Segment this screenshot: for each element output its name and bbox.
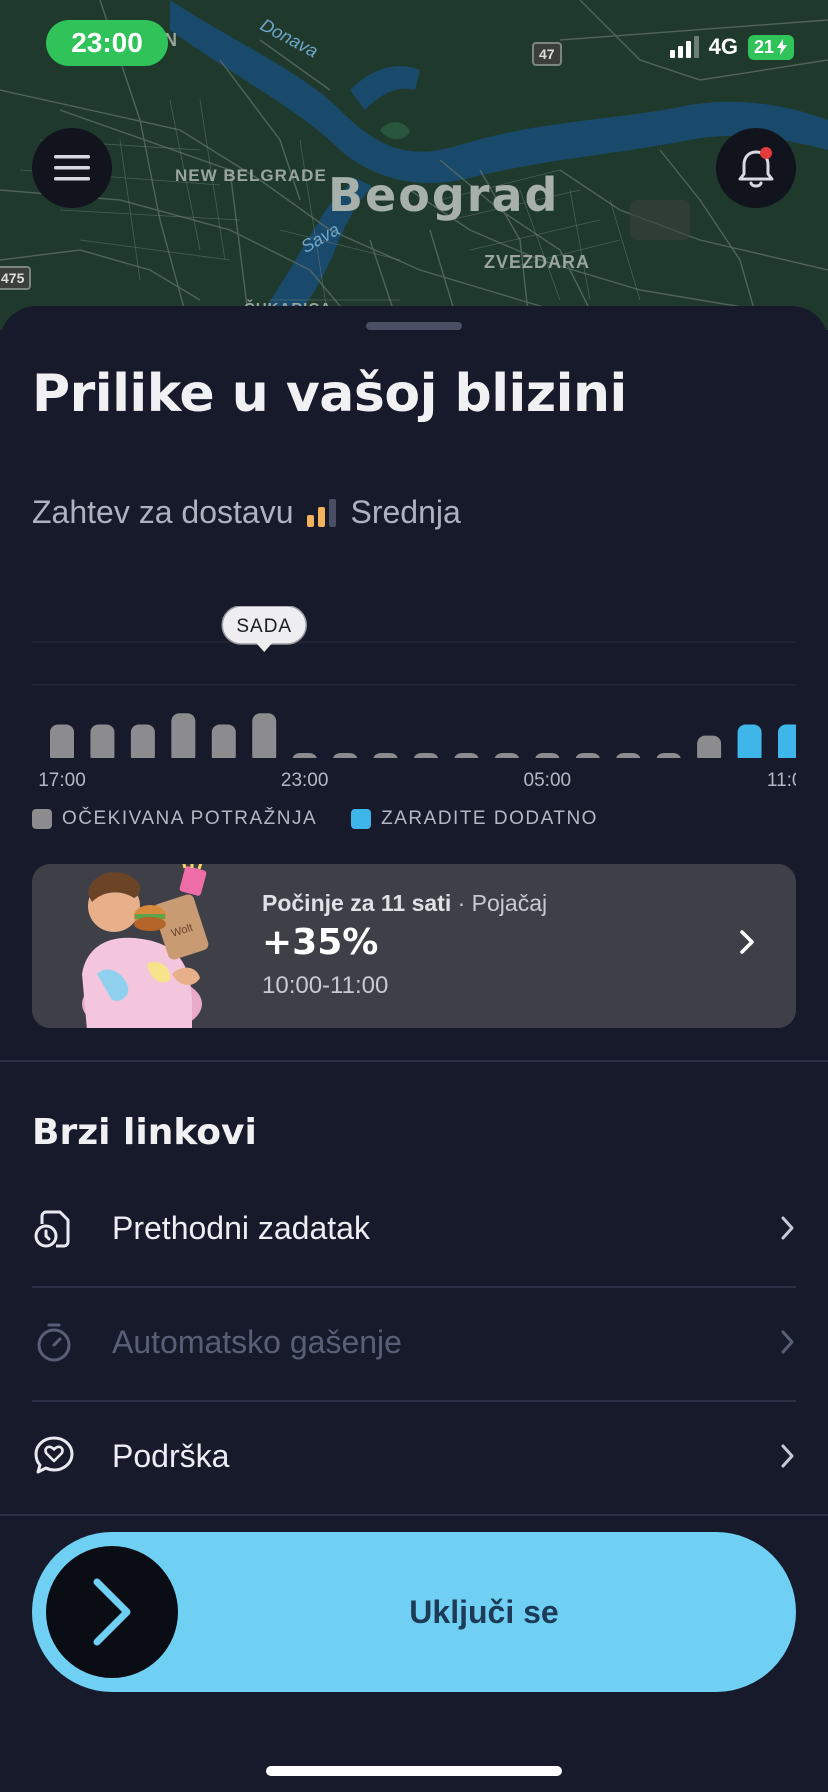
chevron-right-icon [740, 930, 754, 954]
demand-chart[interactable]: 17:00 23:00 05:00 11:00 SADA [32, 606, 796, 806]
battery-level: 21 [753, 36, 774, 57]
task-history-icon [34, 1210, 70, 1248]
chart-tick-label: 23:00 [281, 770, 329, 791]
status-time: 23:00 [71, 27, 143, 58]
legend-swatch-blue [351, 809, 372, 829]
chevron-right-icon [93, 1578, 131, 1646]
go-online-slider[interactable]: Uključi se [32, 1532, 796, 1692]
quick-link-support[interactable]: Podrška [32, 1400, 796, 1512]
boost-separator: · [457, 890, 466, 916]
menu-button[interactable] [32, 128, 112, 208]
boost-start-line: Počinje za 11 sati · Pojačaj [262, 890, 547, 917]
road-badge-47: 47 [532, 42, 562, 66]
demand-level: Srednja [350, 494, 461, 530]
chart-bar [171, 713, 196, 764]
chart-legend: OČEKIVANA POTRAŽNJA ZARADITE DODATNO [32, 808, 598, 830]
courier-illustration: Wolt [82, 864, 209, 1028]
sheet-title: Prilike u vašoj blizini [32, 364, 627, 424]
legend-item-extra: ZARADITE DODATNO [351, 808, 598, 830]
demand-label: Zahtev za dostavu [32, 494, 294, 530]
support-heart-icon [34, 1436, 74, 1474]
chart-bar [252, 713, 277, 764]
quick-link-auto-shutdown[interactable]: Automatsko gašenje [32, 1286, 796, 1398]
network-type: 4G [708, 34, 738, 59]
chart-tick-label: 11:00 [767, 770, 796, 791]
chart-tick-label: 17:00 [38, 770, 86, 791]
legend-swatch-gray [32, 809, 52, 829]
district-label-zvezdara: ZVEZDARA [484, 252, 590, 272]
legend-label-expected: OČEKIVANA POTRAŽNJA [62, 808, 318, 829]
home-indicator [266, 1766, 562, 1776]
sheet-grabber[interactable] [366, 322, 462, 330]
signal-icon [669, 36, 699, 58]
now-marker: SADA [221, 606, 307, 652]
notifications-button[interactable] [716, 128, 796, 208]
bell-icon [738, 147, 774, 188]
district-label-new-belgrade: NEW BELGRADE [175, 166, 327, 185]
boost-type: Pojačaj [471, 890, 548, 916]
list-divider [0, 1514, 828, 1516]
now-marker-pointer [256, 643, 273, 652]
boost-starts-in: Počinje za 11 sati [262, 890, 452, 916]
chart-baseline-mask [32, 758, 796, 806]
map-city-label: Beograd [328, 168, 560, 222]
demand-level-icon [307, 498, 337, 527]
quick-links-title: Brzi linkovi [32, 1112, 257, 1153]
status-indicators: 4G 21 [669, 34, 794, 60]
quick-link-previous-task[interactable]: Prethodni zadatak [32, 1172, 796, 1284]
delivery-demand-row: Zahtev za dostavu Srednja [32, 494, 461, 531]
battery-indicator: 21 [747, 34, 794, 60]
chevron-right-icon [781, 1216, 794, 1240]
stopwatch-icon [37, 1323, 71, 1362]
chart-tick-label: 05:00 [524, 770, 572, 791]
slider-knob[interactable] [46, 1546, 178, 1678]
demand-chart-svg: 17:00 23:00 05:00 11:00 SADA [32, 606, 796, 806]
boost-time-range: 10:00-11:00 [262, 972, 389, 999]
section-divider [0, 1060, 828, 1062]
legend-label-extra: ZARADITE DODATNO [381, 808, 598, 829]
road-badge-475: 475 [0, 266, 32, 290]
legend-item-expected: OČEKIVANA POTRAŽNJA [32, 808, 317, 830]
charging-bolt-icon [777, 39, 787, 55]
chevron-right-icon [781, 1444, 794, 1468]
boost-card[interactable]: Wolt Počinje za 11 sati · Pojačaj +35% 1… [32, 864, 796, 1028]
quick-link-label: Automatsko gašenje [112, 1323, 402, 1360]
quick-link-label: Prethodni zadatak [112, 1209, 370, 1246]
boost-percent: +35% [262, 922, 379, 963]
chevron-right-icon [781, 1330, 794, 1354]
hamburger-icon [54, 155, 90, 181]
slider-label: Uključi se [409, 1593, 559, 1630]
now-marker-label: SADA [236, 616, 292, 637]
quick-link-label: Podrška [112, 1437, 230, 1474]
status-time-pill[interactable]: 23:00 [46, 20, 168, 66]
